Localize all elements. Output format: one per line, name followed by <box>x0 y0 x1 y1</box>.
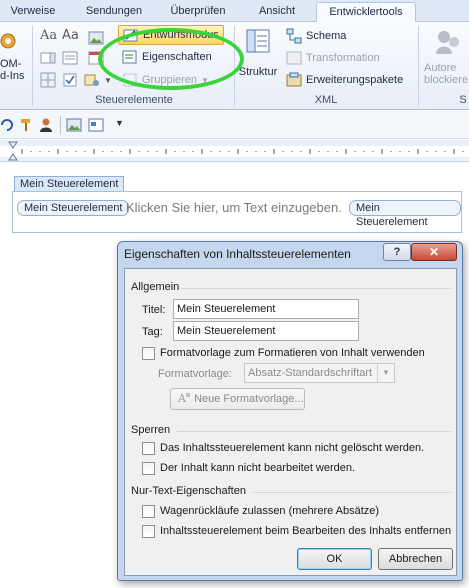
locking-section-heading: Sperren <box>131 424 171 436</box>
schema-button[interactable]: Schema <box>286 28 346 44</box>
use-style-label: Formatvorlage zum Formatieren von Inhalt… <box>160 347 425 359</box>
building-block-icon <box>40 72 56 88</box>
combobox-control-button[interactable] <box>40 50 56 66</box>
ribbon-tab-bar: Verweise Sendungen Überprüfen Ansicht En… <box>0 0 469 23</box>
svg-text:A: A <box>177 392 187 405</box>
tab-entwicklertools[interactable]: Entwicklertools <box>316 2 416 23</box>
schema-icon <box>286 28 302 44</box>
content-control-properties-dialog: Eigenschaften von Inhaltssteuerelementen… <box>117 241 463 581</box>
tab-ueberpruefen[interactable]: Überprüfen <box>164 2 232 22</box>
combobox-icon <box>40 52 56 64</box>
com-addins-label-2: d-Ins <box>0 70 25 82</box>
checkbox-icon <box>63 73 77 87</box>
content-control-start-tag[interactable]: Mein Steuerelement <box>17 200 130 216</box>
content-control-end-tag[interactable]: Mein Steuerelement <box>349 200 461 228</box>
aa-plain-icon: Aa <box>62 28 79 43</box>
style-select-value: Absatz-Standardschriftart <box>248 367 373 379</box>
help-button[interactable]: ? <box>383 243 411 261</box>
new-style-label: Neue Formatvorlage... <box>194 393 304 405</box>
building-block-control-button[interactable] <box>40 72 56 88</box>
allow-returns-label: Wagenrückläufe zulassen (mehrere Absätze… <box>160 505 380 517</box>
toolbar-separator <box>60 116 61 134</box>
ruler[interactable] <box>0 140 469 162</box>
transformation-icon <box>286 51 302 65</box>
remove-when-edited-checkbox[interactable] <box>142 525 155 538</box>
cannot-edit-label: Der Inhalt kann nicht bearbeitet werden. <box>160 462 356 474</box>
cannot-delete-checkbox[interactable] <box>142 442 155 455</box>
checkbox-control-button[interactable] <box>62 72 78 88</box>
gear-icon <box>0 33 16 49</box>
protect-group-label: S <box>459 94 467 106</box>
block-authors-label-1: Autore <box>424 62 457 74</box>
use-style-checkbox[interactable] <box>142 347 155 360</box>
redo-icon[interactable] <box>0 118 14 132</box>
expansion-packs-label: Erweiterungspakete <box>306 74 404 86</box>
dropdown-control-button[interactable] <box>62 50 78 66</box>
format-painter-icon[interactable] <box>18 117 34 133</box>
allow-returns-checkbox[interactable] <box>142 505 155 518</box>
dialog-body: Allgemein Titel: Mein Steuerelement Tag:… <box>124 268 457 576</box>
title-label: Titel: <box>142 304 166 316</box>
cannot-delete-label: Das Inhaltssteuerelement kann nicht gelö… <box>160 442 425 454</box>
expansion-packs-icon <box>286 72 302 87</box>
customize-toolbar-icon[interactable]: ▼ <box>115 118 124 128</box>
section-divider <box>253 492 451 493</box>
group-separator <box>32 26 33 106</box>
section-divider <box>177 431 451 432</box>
tab-sendungen[interactable]: Sendungen <box>82 2 146 22</box>
style-select[interactable]: Absatz-Standardschriftart ▼ <box>244 363 395 383</box>
title-input[interactable]: Mein Steuerelement <box>173 299 359 319</box>
cancel-button[interactable]: Abbrechen <box>378 548 453 570</box>
remove-when-edited-label: Inhaltssteuerelement beim Bearbeiten des… <box>160 525 452 537</box>
tab-ansicht[interactable]: Ansicht <box>248 2 306 22</box>
rich-text-control-button[interactable]: Aa <box>40 28 57 43</box>
controls-group-label: Steuerelemente <box>95 94 173 106</box>
quick-access-toolbar: ▼ <box>0 111 469 139</box>
block-authors-label-2: blockiere <box>424 74 469 86</box>
structure-button[interactable]: Struktur <box>238 26 278 86</box>
expansion-packs-button[interactable]: Erweiterungspakete <box>286 72 403 88</box>
legacy-tools-icon <box>84 74 99 86</box>
new-style-button[interactable]: A Neue Formatvorlage... <box>170 388 305 410</box>
close-button[interactable]: ✕ <box>411 243 457 261</box>
highlight-ellipse <box>98 28 244 90</box>
block-authors-button[interactable]: Autore blockiere <box>420 26 469 86</box>
plain-text-section-heading: Nur-Text-Eigenschaften <box>131 485 246 497</box>
textbox-icon[interactable] <box>88 117 104 133</box>
ruler-ticks <box>0 141 469 161</box>
content-control[interactable]: Mein Steuerelement Klicken Sie hier, um … <box>12 191 462 233</box>
style-label: Formatvorlage: <box>158 368 232 380</box>
com-addins-button[interactable]: OM- d-Ins <box>0 30 28 90</box>
content-control-placeholder[interactable]: Klicken Sie hier, um Text einzugeben. <box>126 200 342 216</box>
picture-icon <box>88 31 104 45</box>
content-control-title[interactable]: Mein Steuerelement <box>14 176 125 192</box>
block-authors-icon <box>436 31 459 54</box>
tag-input[interactable]: Mein Steuerelement <box>173 321 359 341</box>
ok-button[interactable]: OK <box>297 548 372 570</box>
picture-icon[interactable] <box>66 117 82 133</box>
transformation-label: Transformation <box>306 52 380 64</box>
chevron-down-icon: ▼ <box>377 364 394 382</box>
transformation-button[interactable]: Transformation <box>286 50 380 66</box>
com-addins-label-1: OM- <box>0 58 22 70</box>
aa-rich-icon: Aa <box>40 28 58 43</box>
user-icon[interactable] <box>38 117 54 133</box>
tab-verweise[interactable]: Verweise <box>4 2 62 22</box>
schema-label: Schema <box>306 30 347 42</box>
ribbon: OM- d-Ins Aa Aa ▼ Entwurfsmodus Eigensch… <box>0 22 469 110</box>
new-style-icon: A <box>177 392 190 405</box>
section-divider <box>181 288 451 289</box>
group-separator <box>418 26 419 106</box>
picture-control-button[interactable] <box>88 30 104 46</box>
plain-text-control-button[interactable]: Aa <box>62 28 79 43</box>
general-section-heading: Allgemein <box>131 281 180 293</box>
xml-group-label: XML <box>314 94 338 106</box>
cannot-edit-checkbox[interactable] <box>142 462 155 475</box>
structure-label: Struktur <box>238 66 278 78</box>
dropdown-list-icon <box>62 51 78 65</box>
dialog-title: Eigenschaften von Inhaltssteuerelementen <box>124 247 351 261</box>
structure-icon <box>246 29 270 53</box>
tag-label: Tag: <box>142 326 163 338</box>
